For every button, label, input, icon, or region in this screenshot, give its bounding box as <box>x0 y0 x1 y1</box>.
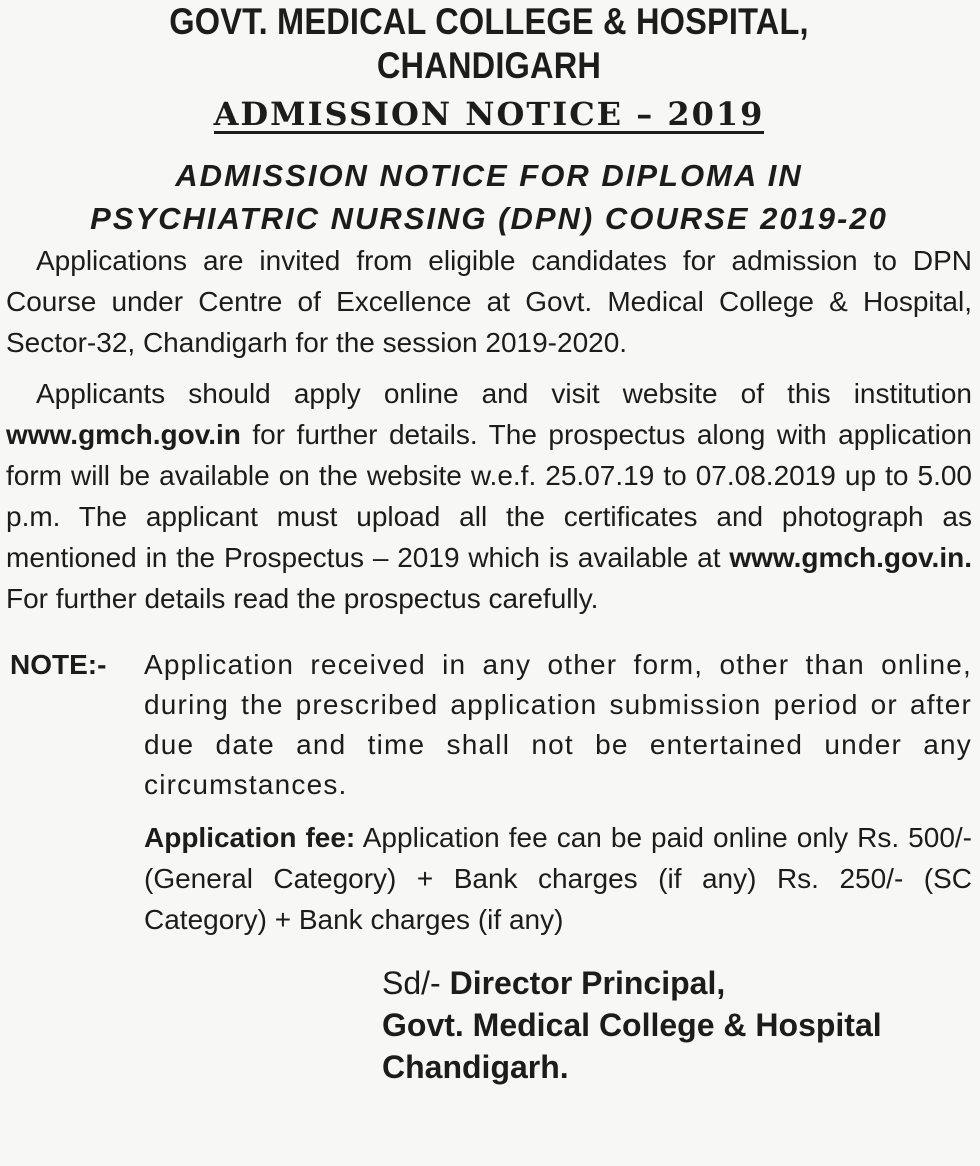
signature-block: Sd/- Director Principal, Govt. Medical C… <box>382 962 972 1088</box>
paragraph-invitation: Applications are invited from eligible c… <box>6 245 972 358</box>
course-title-line2: PSYCHIATRIC NURSING (DPN) COURSE 2019-20 <box>90 201 888 236</box>
fee-label: Application fee: <box>144 822 356 853</box>
signature-sd: Sd/- <box>382 965 441 1001</box>
signature-title: Sd/- Director Principal, <box>382 962 972 1004</box>
course-title-line1: ADMISSION NOTICE FOR DIPLOMA IN <box>175 158 803 193</box>
notice-title-text: ADMISSION NOTICE – 2019 <box>213 95 765 134</box>
note-body: Application received in any other form, … <box>144 645 972 940</box>
instructions-part1: Applicants should apply online and visit… <box>36 378 972 409</box>
course-title: ADMISSION NOTICE FOR DIPLOMA IN PSYCHIAT… <box>6 154 972 240</box>
signature-city: Chandigarh. <box>382 1049 569 1085</box>
instructions-part3: For further details read the prospectus … <box>6 583 599 614</box>
notice-title: ADMISSION NOTICE – 2019 <box>6 94 972 134</box>
paragraph-instructions: Applicants should apply online and visit… <box>6 373 972 619</box>
website-url-1: www.gmch.gov.in <box>6 419 241 450</box>
note-section: NOTE:- Application received in any other… <box>6 645 972 940</box>
note-text: Application received in any other form, … <box>144 649 972 800</box>
website-url-2: www.gmch.gov.in. <box>729 542 972 573</box>
admission-notice: GOVT. MEDICAL COLLEGE & HOSPITAL, CHANDI… <box>0 0 980 1166</box>
note-label: NOTE:- <box>10 649 107 680</box>
signature-designation: Director Principal, <box>440 965 726 1001</box>
application-fee: Application fee: Application fee can be … <box>144 817 972 940</box>
signature-institution: Govt. Medical College & Hospital <box>382 1007 882 1043</box>
institution-name: GOVT. MEDICAL COLLEGE & HOSPITAL, CHANDI… <box>169 1 809 86</box>
